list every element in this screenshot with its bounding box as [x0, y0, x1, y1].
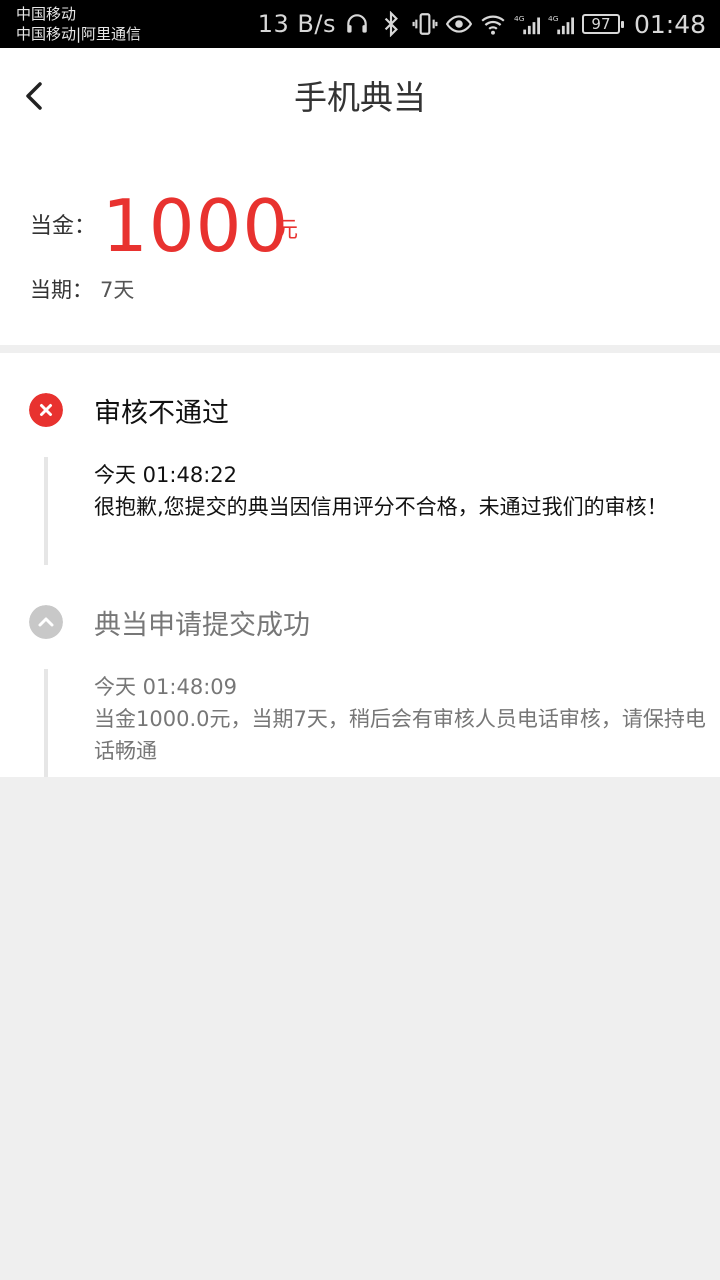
- timeline-time-rejected: 今天 01:48:22: [94, 463, 237, 487]
- signal-4g-label-2: 4G: [548, 14, 559, 23]
- bluetooth-icon: [384, 11, 398, 37]
- timeline-title-submitted: 典当申请提交成功: [94, 610, 310, 641]
- status-bar: 中国移动 中国移动|阿里通信 13 B/s 4G 4G 97 01:48: [0, 0, 720, 48]
- carrier-primary: 中国移动: [16, 5, 77, 23]
- battery-icon: 97: [581, 14, 624, 34]
- timeline-title-rejected: 审核不通过: [94, 398, 229, 429]
- status-icons: 13 B/s 4G 4G 97 01:48: [258, 0, 706, 48]
- amount-unit: 元: [276, 218, 299, 243]
- network-speed: 13 B/s: [257, 10, 336, 38]
- term-label: 当期：: [30, 278, 93, 302]
- wifi-icon: [481, 15, 505, 35]
- eye-icon: [445, 15, 472, 33]
- term-value: 7天: [100, 278, 135, 302]
- loan-summary-card: 当金： 1000 元 当期： 7天: [0, 148, 720, 345]
- headset-icon: [347, 14, 367, 33]
- timeline-message-submitted: 当金1000.0元，当期7天，稍后会有审核人员电话审核，请保持电话畅通: [94, 707, 706, 763]
- status-timeline: 审核不通过 今天 01:48:22 很抱歉,您提交的典当因信用评分不合格，未通过…: [0, 353, 720, 777]
- timeline-connector: [44, 457, 48, 565]
- carrier-secondary: 中国移动|阿里通信: [16, 25, 142, 43]
- signal-4g-icon: 4G: [514, 14, 540, 35]
- amount-value: 1000: [102, 184, 290, 268]
- battery-level: 97: [591, 15, 611, 33]
- status-clock: 01:48: [633, 9, 706, 39]
- vibrate-icon: [412, 13, 438, 35]
- carrier-info: 中国移动 中国移动|阿里通信: [16, 4, 141, 44]
- timeline-connector: [44, 669, 48, 777]
- signal-4g-icon-2: 4G: [548, 14, 574, 35]
- nav-bar: 手机典当: [0, 48, 720, 148]
- chevron-up-icon: [29, 605, 63, 639]
- page-title: 手机典当: [294, 78, 426, 117]
- rejected-close-icon: [29, 393, 63, 427]
- timeline-message-rejected: 很抱歉,您提交的典当因信用评分不合格，未通过我们的审核！: [94, 495, 668, 519]
- timeline-time-submitted: 今天 01:48:09: [94, 675, 237, 699]
- amount-label: 当金：: [30, 214, 97, 239]
- signal-4g-label: 4G: [514, 14, 525, 23]
